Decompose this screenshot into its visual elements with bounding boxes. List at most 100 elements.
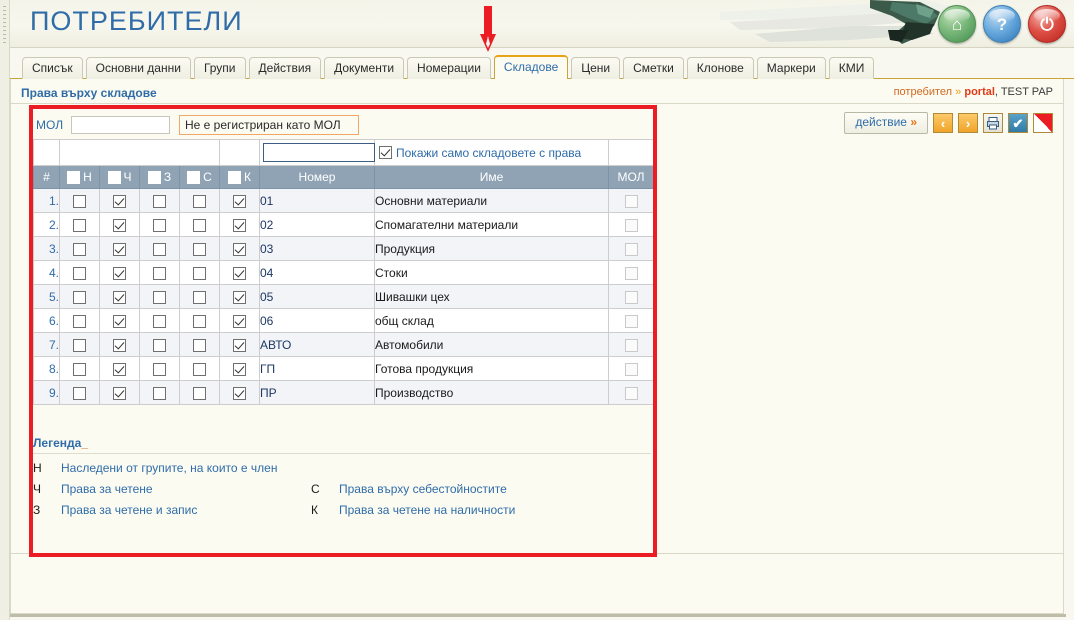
permission-n-checkbox[interactable] <box>73 218 86 232</box>
action-button[interactable]: действие » <box>844 112 928 134</box>
permission-k-checkbox[interactable] <box>233 314 246 328</box>
column-header-s[interactable]: С <box>179 165 220 189</box>
table-row[interactable]: 1. 01 Основни материали <box>33 188 654 213</box>
cancel-button[interactable] <box>1033 113 1053 133</box>
cell-k[interactable] <box>219 212 260 237</box>
home-icon[interactable]: ⌂ <box>938 5 976 43</box>
cell-ch[interactable] <box>99 332 140 357</box>
permission-n-checkbox[interactable] <box>73 314 86 328</box>
permission-ch-checkbox[interactable] <box>113 314 126 328</box>
permission-s-checkbox[interactable] <box>193 242 206 256</box>
permission-n-checkbox[interactable] <box>73 362 86 376</box>
cell-s[interactable] <box>179 332 220 357</box>
power-icon[interactable]: ⏻ <box>1028 5 1066 43</box>
permission-k-checkbox[interactable] <box>233 218 246 232</box>
cell-z[interactable] <box>139 332 180 357</box>
table-row[interactable]: 9. ПР Производство <box>33 380 654 405</box>
cell-s[interactable] <box>179 188 220 213</box>
table-row[interactable]: 6. 06 общ склад <box>33 308 654 333</box>
permission-s-checkbox[interactable] <box>193 290 206 304</box>
permission-s-checkbox[interactable] <box>193 266 206 280</box>
permission-k-checkbox[interactable] <box>233 362 246 376</box>
table-row[interactable]: 7. АВТО Автомобили <box>33 332 654 357</box>
cell-ch[interactable] <box>99 212 140 237</box>
tab-2[interactable]: Групи <box>193 57 246 79</box>
cell-z[interactable] <box>139 236 180 261</box>
select-all-n-checkbox[interactable] <box>67 170 81 184</box>
cell-n[interactable] <box>59 236 100 261</box>
permission-s-checkbox[interactable] <box>193 218 206 232</box>
prev-button[interactable]: ‹ <box>933 113 953 133</box>
permission-ch-checkbox[interactable] <box>113 386 126 400</box>
cell-s[interactable] <box>179 212 220 237</box>
permission-k-checkbox[interactable] <box>233 194 246 208</box>
permission-z-checkbox[interactable] <box>153 386 166 400</box>
next-button[interactable]: › <box>958 113 978 133</box>
tab-7[interactable]: Цени <box>571 57 621 79</box>
tab-9[interactable]: Клонове <box>686 57 754 79</box>
permission-z-checkbox[interactable] <box>153 266 166 280</box>
cell-k[interactable] <box>219 284 260 309</box>
tab-11[interactable]: КМИ <box>828 57 875 79</box>
cell-n[interactable] <box>59 308 100 333</box>
permission-ch-checkbox[interactable] <box>113 218 126 232</box>
show-only-with-rights-checkbox[interactable] <box>379 146 392 159</box>
permission-ch-checkbox[interactable] <box>113 338 126 352</box>
permission-s-checkbox[interactable] <box>193 194 206 208</box>
permission-n-checkbox[interactable] <box>73 290 86 304</box>
cell-n[interactable] <box>59 212 100 237</box>
table-row[interactable]: 4. 04 Стоки <box>33 260 654 285</box>
cell-ch[interactable] <box>99 188 140 213</box>
number-filter-input[interactable] <box>263 143 375 162</box>
tab-10[interactable]: Маркери <box>756 57 826 79</box>
cell-z[interactable] <box>139 212 180 237</box>
cell-s[interactable] <box>179 260 220 285</box>
cell-k[interactable] <box>219 188 260 213</box>
permission-z-checkbox[interactable] <box>153 194 166 208</box>
cell-s[interactable] <box>179 356 220 381</box>
cell-k[interactable] <box>219 356 260 381</box>
permission-ch-checkbox[interactable] <box>113 290 126 304</box>
table-row[interactable]: 5. 05 Шивашки цех <box>33 284 654 309</box>
tab-3[interactable]: Действия <box>248 57 322 79</box>
cell-ch[interactable] <box>99 308 140 333</box>
cell-s[interactable] <box>179 380 220 405</box>
permission-ch-checkbox[interactable] <box>113 362 126 376</box>
tab-1[interactable]: Основни данни <box>85 57 191 79</box>
permission-n-checkbox[interactable] <box>73 338 86 352</box>
print-button[interactable] <box>983 113 1003 133</box>
permission-z-checkbox[interactable] <box>153 218 166 232</box>
column-header-ch[interactable]: Ч <box>99 165 140 189</box>
select-all-s-checkbox[interactable] <box>187 170 201 184</box>
permission-z-checkbox[interactable] <box>153 242 166 256</box>
permission-ch-checkbox[interactable] <box>113 242 126 256</box>
permission-ch-checkbox[interactable] <box>113 194 126 208</box>
help-icon[interactable]: ? <box>983 5 1021 43</box>
cell-k[interactable] <box>219 236 260 261</box>
permission-n-checkbox[interactable] <box>73 266 86 280</box>
permission-k-checkbox[interactable] <box>233 290 246 304</box>
mol-input[interactable] <box>71 116 170 134</box>
permission-z-checkbox[interactable] <box>153 314 166 328</box>
cell-ch[interactable] <box>99 236 140 261</box>
cell-n[interactable] <box>59 284 100 309</box>
cell-z[interactable] <box>139 356 180 381</box>
cell-k[interactable] <box>219 380 260 405</box>
cell-z[interactable] <box>139 188 180 213</box>
permission-s-checkbox[interactable] <box>193 362 206 376</box>
cell-ch[interactable] <box>99 260 140 285</box>
permission-k-checkbox[interactable] <box>233 338 246 352</box>
select-all-k-checkbox[interactable] <box>228 170 241 184</box>
cell-k[interactable] <box>219 260 260 285</box>
permission-z-checkbox[interactable] <box>153 338 166 352</box>
table-row[interactable]: 2. 02 Спомагателни материали <box>33 212 654 237</box>
table-row[interactable]: 8. ГП Готова продукция <box>33 356 654 381</box>
permission-s-checkbox[interactable] <box>193 314 206 328</box>
tab-active-6[interactable]: Складове <box>493 55 569 79</box>
permission-z-checkbox[interactable] <box>153 362 166 376</box>
permission-k-checkbox[interactable] <box>233 242 246 256</box>
confirm-button[interactable]: ✔ <box>1008 113 1028 133</box>
cell-s[interactable] <box>179 236 220 261</box>
permission-n-checkbox[interactable] <box>73 242 86 256</box>
cell-n[interactable] <box>59 188 100 213</box>
